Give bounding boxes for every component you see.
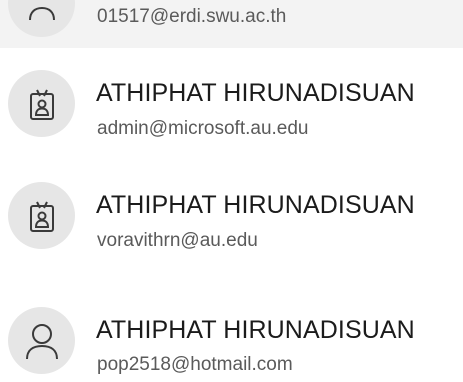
account-picker-list: 01517@erdi.swu.ac.th ATHIPHAT HIRUNADISU… (0, 0, 463, 382)
account-row-au-edu[interactable]: ATHIPHAT HIRUNADISUAN voravithrn@au.edu (0, 160, 463, 273)
badge-id-icon (29, 89, 54, 120)
account-avatar (8, 182, 75, 249)
account-name: ATHIPHAT HIRUNADISUAN (96, 316, 415, 344)
account-avatar (8, 70, 75, 137)
account-row-erdi[interactable]: 01517@erdi.swu.ac.th (0, 0, 463, 48)
account-email: 01517@erdi.swu.ac.th (97, 6, 287, 27)
badge-id-icon (29, 201, 54, 232)
account-avatar (8, 307, 75, 374)
account-avatar (8, 0, 75, 37)
account-email: admin@microsoft.au.edu (97, 118, 309, 139)
account-email: voravithrn@au.edu (97, 230, 258, 251)
account-name: ATHIPHAT HIRUNADISUAN (96, 191, 415, 219)
person-icon (28, 6, 55, 20)
account-row-microsoft-au[interactable]: ATHIPHAT HIRUNADISUAN admin@microsoft.au… (0, 48, 463, 160)
account-name: ATHIPHAT HIRUNADISUAN (96, 79, 415, 107)
account-email: pop2518@hotmail.com (97, 354, 293, 375)
person-icon (25, 323, 58, 359)
account-row-hotmail[interactable]: ATHIPHAT HIRUNADISUAN pop2518@hotmail.co… (0, 273, 463, 382)
